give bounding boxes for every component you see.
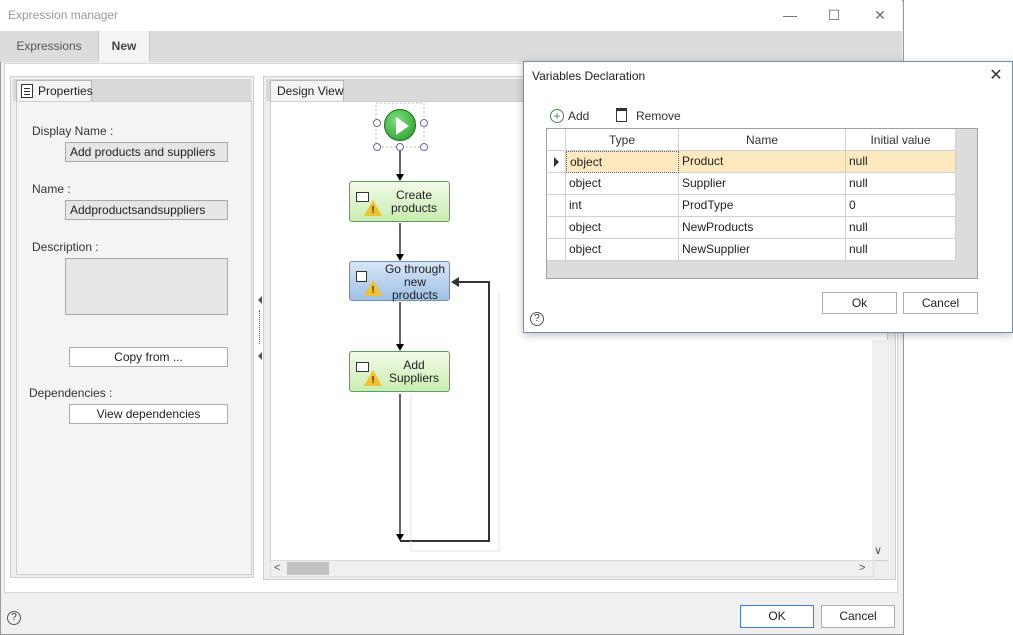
add-button[interactable]: Add (568, 109, 589, 123)
node-add-suppliers[interactable]: Add Suppliers ! (349, 351, 450, 392)
cell-initial-value[interactable]: null (846, 217, 956, 239)
ok-button[interactable]: OK (740, 605, 814, 628)
node-label: Go through new products (380, 263, 450, 302)
description-field[interactable] (65, 258, 228, 315)
cell-type[interactable]: object (566, 173, 679, 195)
maximize-button[interactable]: ☐ (822, 5, 846, 25)
cell-name[interactable]: NewSupplier (679, 239, 846, 261)
trash-icon[interactable] (616, 108, 627, 122)
display-name-field[interactable]: Add products and suppliers (65, 142, 228, 162)
horizontal-scroll-thumb[interactable] (287, 562, 329, 575)
cell-initial-value[interactable]: null (846, 239, 956, 261)
row-header[interactable] (547, 151, 566, 173)
scroll-right-arrow[interactable]: > (859, 562, 865, 574)
dialog-close-button[interactable]: ✕ (986, 66, 1006, 86)
start-node[interactable] (384, 109, 416, 141)
loop-shadow (410, 292, 500, 552)
cell-type[interactable]: object (566, 151, 679, 173)
column-header-type[interactable]: Type (566, 129, 679, 151)
warning-mark: ! (371, 285, 375, 296)
current-row-icon (554, 157, 559, 167)
description-label: Description : (32, 240, 99, 254)
dialog-cancel-button[interactable]: Cancel (903, 292, 978, 314)
node-create-products[interactable]: Create products ! (349, 181, 450, 222)
view-dependencies-button[interactable]: View dependencies (69, 404, 228, 424)
row-header[interactable] (547, 195, 566, 217)
warning-mark: ! (371, 205, 375, 216)
add-icon[interactable]: + (550, 109, 564, 123)
table-corner (547, 129, 566, 151)
node-label-line: products (391, 288, 439, 302)
column-header-name[interactable]: Name (679, 129, 846, 151)
copy-from-button[interactable]: Copy from ... (69, 347, 228, 367)
design-view-tab-label: Design View (277, 84, 344, 98)
arrowhead-loop (451, 277, 459, 287)
properties-tab-label: Properties (38, 84, 93, 98)
scroll-down-arrow[interactable]: ∨ (874, 544, 882, 557)
arrowhead-2 (396, 254, 404, 261)
cell-type[interactable]: int (566, 195, 679, 217)
properties-body (16, 101, 252, 575)
close-button[interactable]: ✕ (868, 5, 892, 25)
help-icon[interactable]: ? (7, 611, 21, 625)
dialog-ok-button[interactable]: Ok (822, 292, 897, 314)
cell-name[interactable]: Supplier (679, 173, 846, 195)
cell-name[interactable]: NewProducts (679, 217, 846, 239)
name-label: Name : (32, 182, 71, 196)
cell-initial-value[interactable]: null (846, 151, 956, 173)
vertical-scrollbar[interactable] (872, 340, 888, 560)
minimize-button[interactable]: — (778, 5, 802, 25)
row-header[interactable] (547, 173, 566, 195)
cell-type[interactable]: object (566, 239, 679, 261)
arrowhead-1 (396, 174, 404, 181)
arrowhead-3 (396, 344, 404, 351)
title-bar (0, 0, 902, 31)
arrowhead-4 (396, 534, 404, 541)
panel-splitter[interactable] (257, 296, 262, 360)
row-header[interactable] (547, 239, 566, 261)
node-label: Create products (380, 189, 448, 215)
cell-name[interactable]: ProdType (679, 195, 846, 217)
tab-new[interactable]: New (98, 31, 150, 62)
name-field[interactable]: Addproductsandsuppliers (65, 200, 228, 220)
dependencies-label: Dependencies : (29, 386, 113, 400)
warning-mark: ! (371, 375, 375, 386)
window-title: Expression manager (8, 8, 119, 22)
cell-initial-value[interactable]: 0 (846, 195, 956, 217)
cell-type[interactable]: object (566, 217, 679, 239)
loop-back-line (400, 281, 490, 542)
play-icon (396, 117, 409, 135)
dialog-help-icon[interactable]: ? (530, 312, 544, 326)
node-label-line: products (390, 201, 438, 215)
cell-initial-value[interactable]: null (846, 173, 956, 195)
node-label: Add Suppliers (380, 359, 448, 385)
row-header[interactable] (547, 217, 566, 239)
node-go-through-new-products[interactable]: Go through new products ! (349, 261, 450, 302)
node-label-line: Suppliers (388, 371, 440, 385)
properties-icon (21, 84, 33, 98)
cancel-button[interactable]: Cancel (821, 605, 895, 628)
display-name-label: Display Name : (32, 124, 114, 138)
column-header-initial-value[interactable]: Initial value (846, 129, 956, 151)
scroll-left-arrow[interactable]: < (274, 562, 280, 574)
cell-name[interactable]: Product (679, 151, 846, 173)
dialog-title: Variables Declaration (532, 69, 646, 83)
horizontal-scrollbar[interactable] (270, 560, 874, 577)
tab-expressions[interactable]: Expressions (8, 31, 90, 62)
remove-button[interactable]: Remove (636, 109, 681, 123)
